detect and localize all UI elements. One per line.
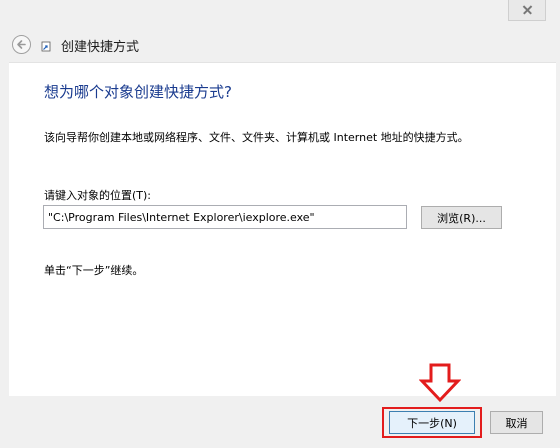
title-bar xyxy=(0,0,560,31)
shortcut-wizard-icon xyxy=(41,41,51,52)
down-arrow-annotation-icon xyxy=(419,363,461,403)
wizard-content: 想为哪个对象创建快捷方式? 该向导帮你创建本地或网络程序、文件、文件夹、计算机或… xyxy=(9,62,556,396)
close-button[interactable] xyxy=(508,0,546,21)
location-input[interactable] xyxy=(43,205,407,229)
next-button[interactable]: 下一步(N) xyxy=(389,411,475,434)
browse-button[interactable]: 浏览(R)... xyxy=(421,206,502,229)
back-arrow-icon xyxy=(17,40,26,49)
next-hint: 单击“下一步”继续。 xyxy=(44,264,144,277)
location-label: 请键入对象的位置(T): xyxy=(44,189,152,202)
cancel-button[interactable]: 取消 xyxy=(490,411,543,434)
dialog-title: 创建快捷方式 xyxy=(61,40,140,55)
page-description: 该向导帮你创建本地或网络程序、文件、文件夹、计算机或 Internet 地址的快… xyxy=(44,131,469,144)
back-button[interactable] xyxy=(12,35,31,54)
wizard-header: 创建快捷方式 xyxy=(0,31,560,61)
page-heading: 想为哪个对象创建快捷方式? xyxy=(44,83,232,101)
create-shortcut-dialog: 创建快捷方式 想为哪个对象创建快捷方式? 该向导帮你创建本地或网络程序、文件、文… xyxy=(0,0,560,448)
